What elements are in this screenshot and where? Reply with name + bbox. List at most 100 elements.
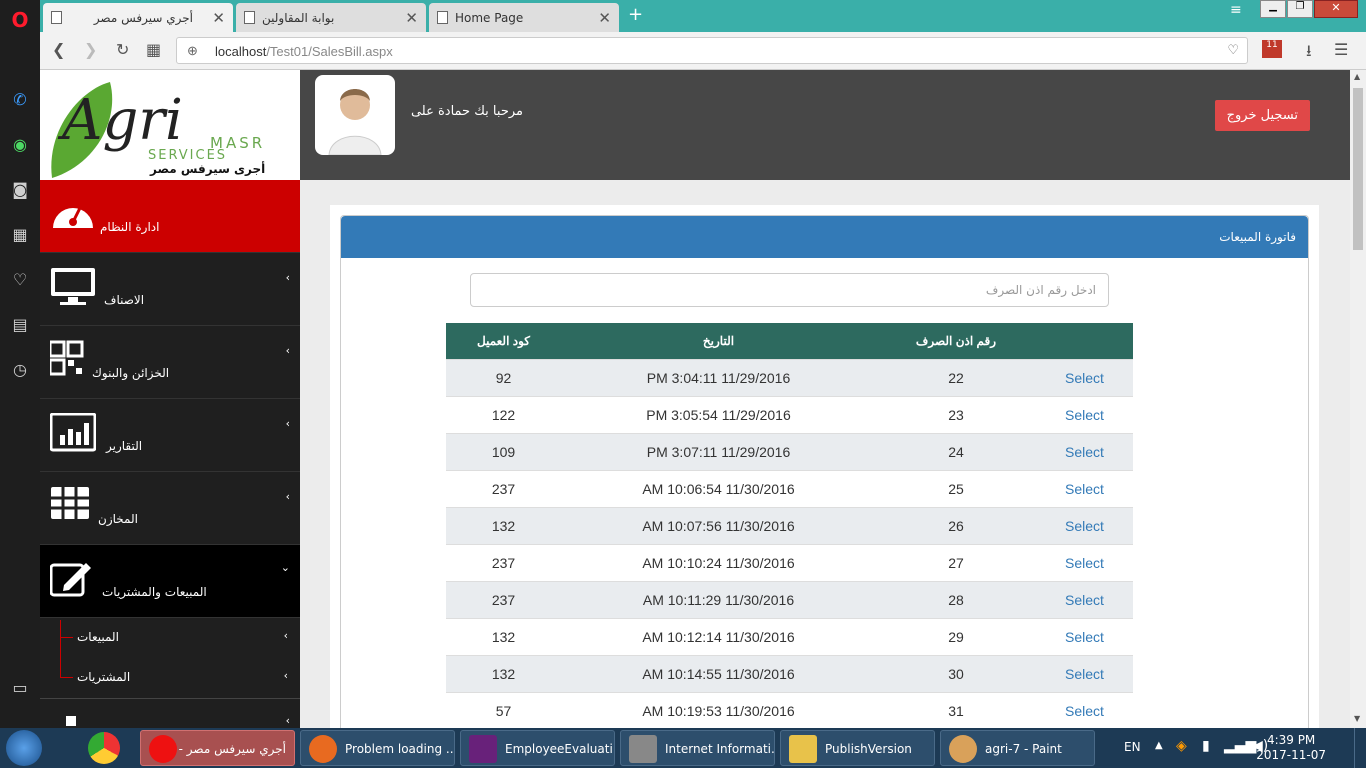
clock-time: 4:39 PM (1266, 733, 1316, 747)
tab-agri[interactable]: أجري سيرفس مصر ✕ (43, 3, 233, 32)
sidebar-toggle-icon[interactable]: ▭ (8, 676, 32, 700)
tray-app-icon[interactable]: ◈ (1176, 738, 1187, 754)
speed-dial-icon[interactable]: ▦ (8, 223, 32, 247)
taskbar-item-vs[interactable]: EmployeeEvaluati... (460, 730, 615, 766)
chevron-left-icon: ‹ (283, 669, 288, 682)
sidebar-item-treasury[interactable]: الخزائن والبنوك ‹ (40, 326, 300, 399)
bills-table: كود العميل التاريخ رقم اذن الصرف 92 PM 3:… (446, 323, 1133, 728)
camera-icon[interactable]: ◙ (8, 178, 32, 202)
clock-date: 2017-11-07 (1256, 748, 1326, 762)
table-cell: 30 (876, 654, 1036, 692)
dashboard-icon (53, 205, 93, 228)
table-cell: 237 (446, 543, 561, 581)
table-cell: AM 10:14:55 11/30/2016 (561, 654, 876, 692)
chrome-icon[interactable] (88, 732, 120, 764)
sidebar-item-stores[interactable]: المخازن ‹ (40, 472, 300, 545)
opera-logo-icon[interactable]: O (8, 8, 32, 32)
close-tab-icon[interactable]: ✕ (212, 9, 225, 27)
page-scrollbar[interactable]: ▲ ▼ (1350, 70, 1366, 728)
taskbar-item-opera[interactable]: أجري سيرفس مصر - ... (140, 730, 295, 766)
tab-menu-icon[interactable]: ≡ (1230, 2, 1242, 18)
avatar[interactable] (315, 75, 395, 155)
tab-bar: أجري سيرفس مصر ✕ بوابة المقاولين ✕ Home Pa… (40, 0, 1366, 32)
select-link[interactable]: Select (1065, 518, 1104, 534)
sidebar-item-sales-purchases[interactable]: المبيعات والمشتريات ⌄ (40, 545, 300, 618)
sidebar-subitem-purchases[interactable]: المشتريات ‹ (40, 658, 300, 698)
scroll-down-icon[interactable]: ▼ (1354, 714, 1360, 723)
taskbar-item-firefox[interactable]: Problem loading ... (300, 730, 455, 766)
select-link[interactable]: Select (1065, 629, 1104, 645)
tabs-overview-icon[interactable]: ▦ (146, 40, 161, 59)
mail-icon[interactable]: 11 (1262, 40, 1282, 58)
reload-icon[interactable]: ↻ (116, 40, 129, 59)
whatsapp-icon[interactable]: ◉ (8, 133, 32, 157)
table-row: 122 PM 3:05:54 11/29/2016 23 Select (446, 395, 1133, 433)
show-desktop-button[interactable] (1354, 728, 1366, 768)
minimize-icon[interactable]: ▁ (1260, 0, 1286, 18)
select-link[interactable]: Select (1065, 666, 1104, 682)
close-window-icon[interactable]: ✕ (1314, 0, 1358, 18)
maximize-icon[interactable]: ❐ (1287, 0, 1313, 18)
battery-icon[interactable]: ▮ (1202, 738, 1210, 754)
table-row: 237 AM 10:06:54 11/30/2016 25 Select (446, 469, 1133, 507)
bookmark-heart-icon[interactable]: ♡ (1227, 42, 1239, 58)
sidebar-subitem-sales[interactable]: المبيعات ‹ (40, 618, 300, 658)
sidebar-item-products[interactable]: الاصناف ‹ (40, 253, 300, 326)
sidebar-item-label: الاصناف (104, 293, 145, 307)
logo-line2: SERVICES (148, 148, 228, 163)
taskbar-item-iis[interactable]: Internet Informati... (620, 730, 775, 766)
history-icon[interactable]: ◷ (8, 358, 32, 382)
table-cell: 31 (876, 691, 1036, 728)
heart-icon[interactable]: ♡ (8, 268, 32, 292)
download-icon[interactable]: ⭳ (1306, 40, 1312, 67)
scroll-up-icon[interactable]: ▲ (1354, 72, 1360, 81)
table-cell: PM 3:04:11 11/29/2016 (561, 358, 876, 396)
logo[interactable]: Agri MASR SERVICES أجرى سيرفس مصر (40, 70, 300, 180)
sidebar-next-icon[interactable] (66, 716, 76, 726)
tab-title: Home Page (455, 11, 524, 25)
table-cell: 132 (446, 617, 561, 655)
table-cell: 22 (876, 358, 1036, 396)
new-tab-icon[interactable]: + (628, 4, 643, 25)
sidebar-item-label: المخازن (98, 512, 138, 526)
panel-title: فاتورة المبيعات (1219, 230, 1296, 244)
clock[interactable]: 4:39 PM 2017-11-07 (1256, 733, 1326, 763)
sidebar-item-reports[interactable]: التقارير ‹ (40, 399, 300, 472)
close-tab-icon[interactable]: ✕ (405, 9, 418, 27)
messenger-icon[interactable]: ✆ (8, 88, 32, 112)
tray-expand-icon[interactable]: ▲ (1155, 740, 1163, 751)
select-link[interactable]: Select (1065, 407, 1104, 423)
language-indicator[interactable]: EN (1124, 740, 1141, 754)
qr-icon (50, 340, 84, 376)
taskbar-item-paint[interactable]: agri-7 - Paint (940, 730, 1095, 766)
taskbar-item-folder[interactable]: PublishVersion (780, 730, 935, 766)
start-button[interactable] (6, 730, 42, 766)
select-cell: Select (1036, 506, 1133, 544)
back-icon[interactable]: ❮ (52, 40, 65, 59)
column-header: رقم اذن الصرف (876, 323, 1036, 359)
forward-icon[interactable]: ❯ (84, 40, 97, 59)
select-cell: Select (1036, 654, 1133, 692)
select-link[interactable]: Select (1065, 555, 1104, 571)
select-link[interactable]: Select (1065, 370, 1104, 386)
firefox-icon (309, 735, 337, 763)
select-link[interactable]: Select (1065, 481, 1104, 497)
close-tab-icon[interactable]: ✕ (598, 9, 611, 27)
tab-contractors[interactable]: بوابة المقاولين ✕ (236, 3, 426, 32)
search-placeholder: ادخل رقم اذن الصرف (985, 283, 1096, 297)
address-bar: ❮ ❯ ↻ ▦ ⊕ localhost/Test01/SalesBill.asp… (40, 32, 1366, 70)
logo-brand: Agri (62, 88, 183, 153)
table-row: 132 AM 10:07:56 11/30/2016 26 Select (446, 506, 1133, 544)
tab-home[interactable]: Home Page ✕ (429, 3, 619, 32)
news-icon[interactable]: ▤ (8, 313, 32, 337)
bar-chart-icon (50, 413, 96, 452)
url-field[interactable]: ⊕ localhost/Test01/SalesBill.aspx ♡ (176, 37, 1248, 64)
sidebar-item-admin[interactable]: ادارة النظام (40, 180, 300, 253)
logout-button[interactable]: تسجيل خروج (1214, 100, 1310, 131)
select-link[interactable]: Select (1065, 444, 1104, 460)
scroll-thumb[interactable] (1353, 88, 1363, 250)
select-link[interactable]: Select (1065, 592, 1104, 608)
menu-icon[interactable]: ☰ (1334, 40, 1348, 59)
search-input[interactable]: ادخل رقم اذن الصرف (470, 273, 1109, 307)
select-link[interactable]: Select (1065, 703, 1104, 719)
